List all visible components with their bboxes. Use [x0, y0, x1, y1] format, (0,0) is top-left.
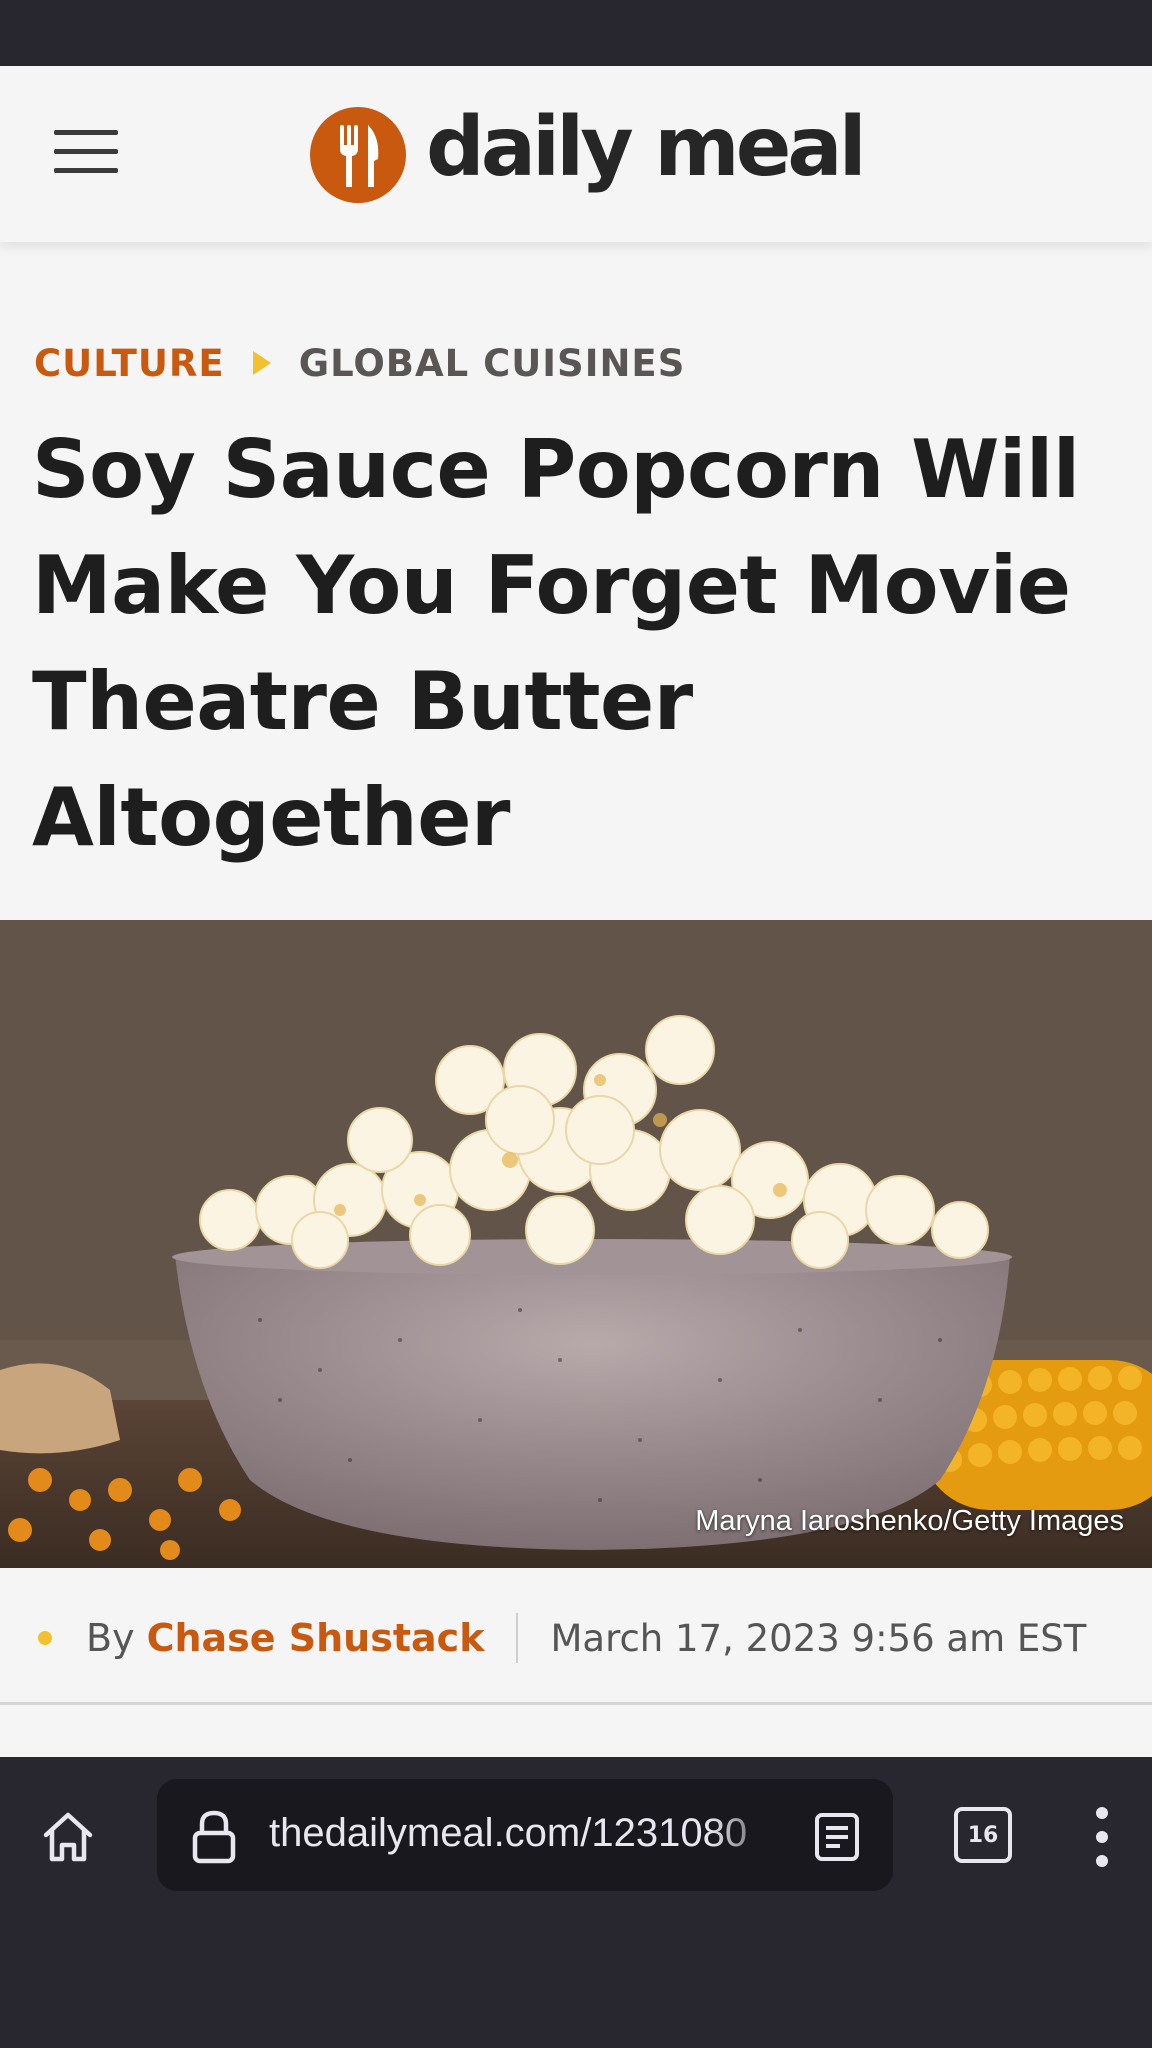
byline-dot-icon — [38, 1631, 52, 1645]
tabs-icon[interactable]: 16 — [954, 1807, 1012, 1863]
byline-prefix: By — [86, 1616, 135, 1660]
publish-date: March 17, 2023 9:56 am EST — [550, 1616, 1087, 1660]
site-logo[interactable]: daily meal — [310, 100, 867, 210]
image-credit: Maryna Iaroshenko/Getty Images — [695, 1505, 1124, 1537]
lock-icon[interactable] — [187, 1807, 241, 1865]
reader-mode-icon[interactable] — [813, 1811, 861, 1863]
address-bar[interactable]: thedailymeal.com/1231080 — [157, 1779, 893, 1891]
author-link[interactable]: Chase Shustack — [147, 1616, 485, 1660]
url-text[interactable]: thedailymeal.com/1231080 — [269, 1811, 789, 1861]
browser-toolbar: thedailymeal.com/1231080 16 — [0, 1757, 1152, 2048]
breadcrumb: CULTURE GLOBAL CUISINES — [34, 338, 685, 388]
breadcrumb-global-cuisines-link[interactable]: GLOBAL CUISINES — [299, 342, 686, 385]
breadcrumb-culture-link[interactable]: CULTURE — [34, 342, 225, 385]
byline-divider — [516, 1613, 519, 1663]
fork-knife-icon — [310, 107, 406, 203]
article: CULTURE GLOBAL CUISINES Soy Sauce Popcor… — [0, 242, 1152, 1757]
popcorn-bowl-illustration — [0, 920, 1152, 1568]
byline: By Chase Shustack March 17, 2023 9:56 am… — [0, 1568, 1152, 1708]
hamburger-menu-icon[interactable] — [48, 124, 128, 188]
site-header: daily meal — [0, 66, 1152, 242]
home-icon[interactable] — [38, 1807, 98, 1867]
breadcrumb-arrow-icon — [252, 351, 271, 375]
divider — [0, 1702, 1152, 1705]
overflow-menu-icon[interactable] — [1086, 1805, 1120, 1869]
logo-wordmark: daily meal — [426, 100, 867, 195]
article-headline: Soy Sauce Popcorn Will Make You Forget M… — [32, 423, 1080, 864]
status-bar — [0, 0, 1152, 66]
hero-image-popcorn: Maryna Iaroshenko/Getty Images — [0, 920, 1152, 1568]
